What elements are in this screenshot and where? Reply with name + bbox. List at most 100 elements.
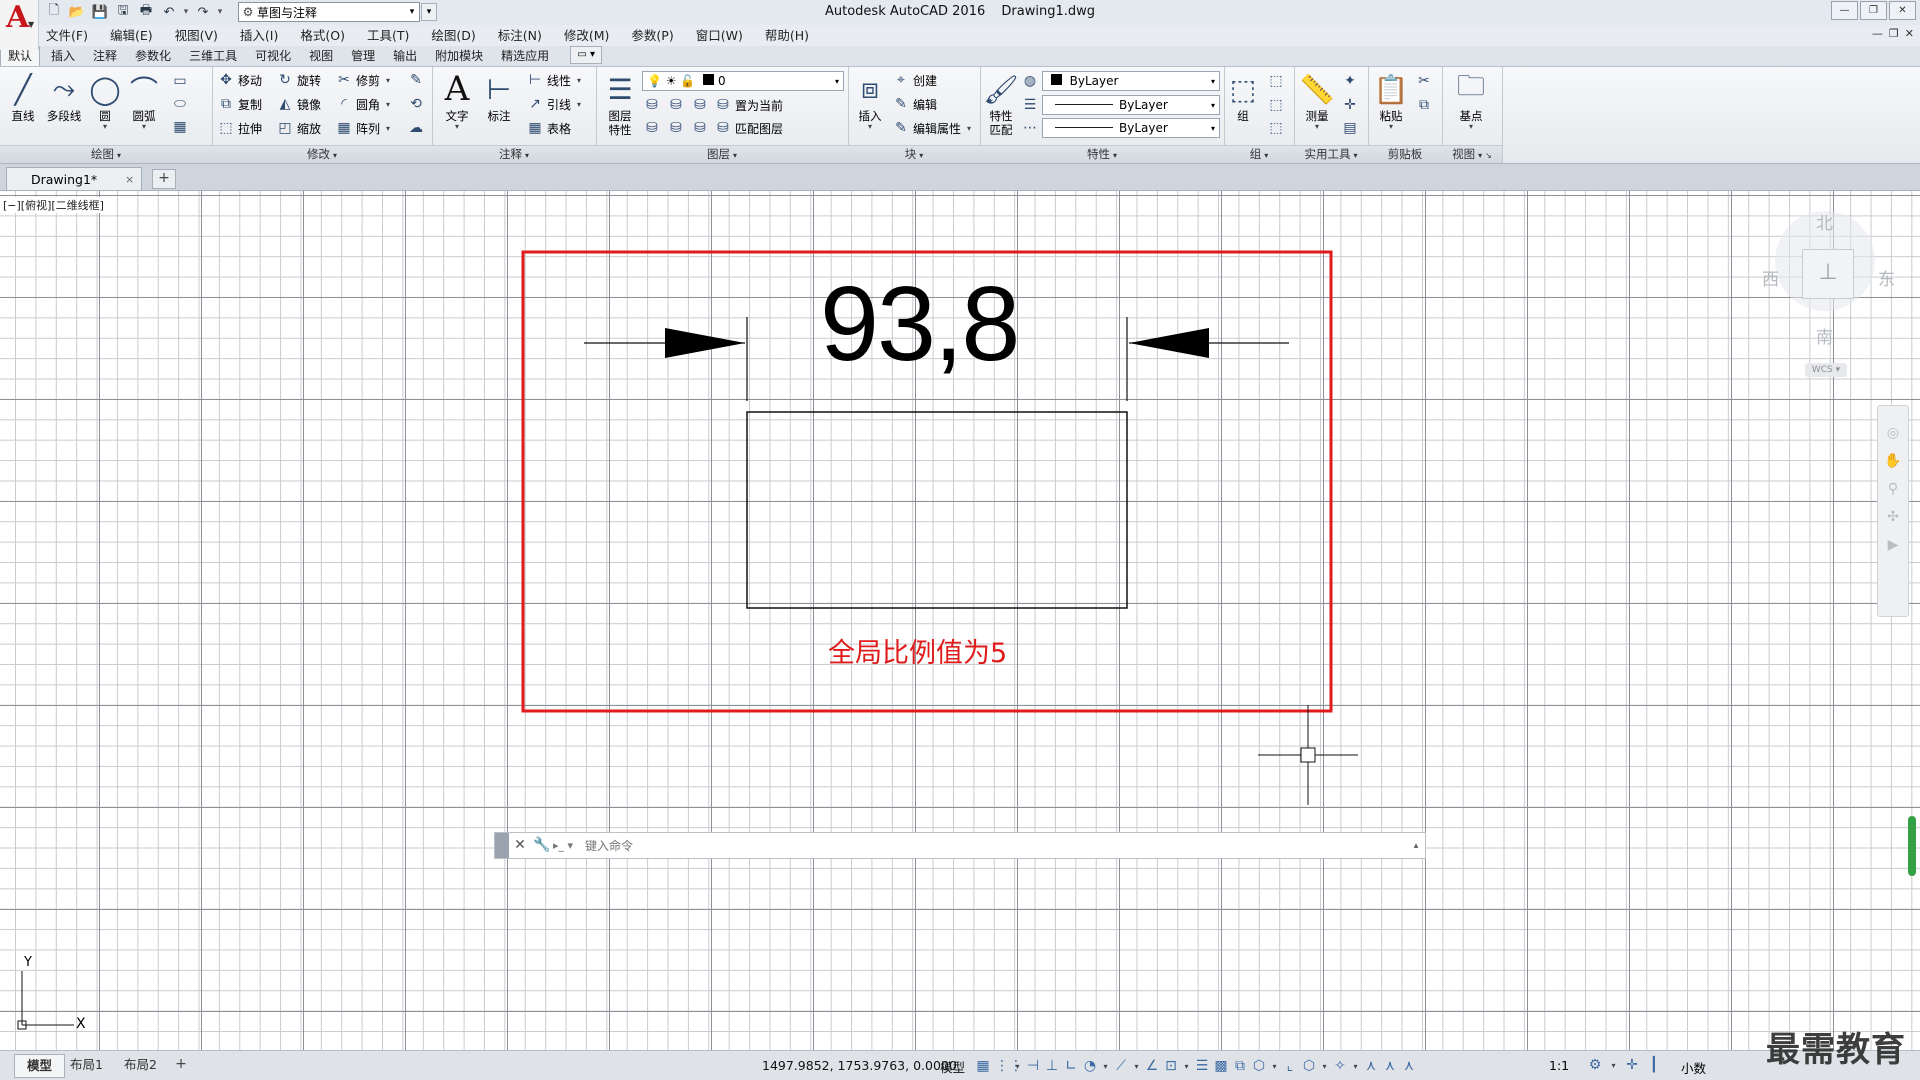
chevron-down-icon[interactable]: ▾ [1102,1062,1109,1071]
leader-button[interactable]: ↗ 引线 ▾ [526,94,581,114]
group-select-icon[interactable]: ⬚ [1266,118,1286,138]
panel-modify-title[interactable]: 修改 ▾ [212,145,432,163]
mirror-button[interactable]: ◭ 镜像 [276,94,321,114]
lineweight-select[interactable]: ByLayer ▾ [1042,95,1220,115]
command-input[interactable] [583,837,1407,854]
coordinate-readout[interactable]: 1497.9852, 1753.9763, 0.0000 [762,1058,957,1073]
panel-properties-title[interactable]: 特性 ▾ [980,145,1224,163]
drawing-canvas[interactable]: [−][俯视][二维线框] 93,8 全局比例值为5 北 南 东 西 ⊥ WCS… [0,191,1920,1050]
close-button[interactable]: ✕ [1889,1,1916,20]
match-properties-button[interactable]: 🖌 特性 匹配 [983,69,1019,145]
add-layout-button[interactable]: + [172,1055,190,1073]
3d-osnap-icon[interactable]: ⬡ [1252,1058,1266,1074]
menu-insert[interactable]: 插入(I) [232,25,286,46]
doc-tab-drawing1[interactable]: Drawing1* × [6,167,142,190]
panel-layers-title[interactable]: 图层 ▾ [596,145,848,163]
scale-button[interactable]: ◰ 缩放 [276,118,321,138]
arc-button[interactable]: ⌒ 圆弧 ▾ [125,69,163,145]
panel-groups-title[interactable]: 组 ▾ [1224,145,1294,163]
text-button[interactable]: A 文字 ▾ [438,69,476,145]
orbit-icon[interactable]: ✣ [1882,506,1904,528]
explode-icon[interactable]: ☁ [406,118,426,138]
copy-button[interactable]: ⧉ 复制 [217,94,262,114]
tab-insert[interactable]: 插入 [44,47,82,66]
object-snap-icon[interactable]: ⊡ [1164,1058,1178,1074]
layer-unisolate-icon[interactable]: ⛁ [642,118,662,138]
command-prompt-icon[interactable]: ▸_ ▾ [553,839,583,852]
insert-block-button[interactable]: ⧈ 插入 ▾ [850,69,890,145]
move-button[interactable]: ✥ 移动 [217,70,262,90]
compass-south[interactable]: 南 [1816,323,1833,348]
new-tab-button[interactable]: + [152,169,176,189]
menu-view[interactable]: 视图(V) [167,25,226,46]
table-button[interactable]: ▦ 表格 [526,118,571,138]
tab-manage[interactable]: 管理 [344,47,382,66]
chevron-down-icon[interactable]: ▾ [1014,1062,1021,1071]
chevron-down-icon[interactable]: ▾ [1610,1061,1617,1070]
annotation-scale-icon[interactable]: ⋏ [1402,1058,1416,1074]
stretch-button[interactable]: ⬚ 拉伸 [217,118,262,138]
layer-thaw-icon[interactable]: ⛁ [690,118,710,138]
ortho-icon[interactable]: ∟ [1064,1058,1078,1074]
application-menu-button[interactable]: A ▼ [0,0,39,50]
compass-east[interactable]: 东 [1878,265,1895,290]
chevron-down-icon[interactable]: ▾ [1183,1062,1190,1071]
wcs-menu[interactable]: WCS ▾ [1805,363,1847,377]
trim-button[interactable]: ✂ 修剪 ▾ [335,70,390,90]
color-select[interactable]: ByLayer ▾ [1042,71,1220,91]
annotation-scale-select[interactable]: 1:1 [1549,1058,1569,1073]
rectangle-icon[interactable]: ▭ [170,71,190,91]
linetype-select[interactable]: ByLayer ▾ [1042,118,1220,138]
menu-edit[interactable]: 编辑(E) [102,25,161,46]
isometric-icon[interactable]: ⟋ [1114,1058,1128,1074]
workspace-switch-icon[interactable]: ⚙ [1588,1057,1602,1073]
menu-window[interactable]: 窗口(W) [688,25,751,46]
point-icon[interactable]: ✛ [1340,95,1360,115]
cut-icon[interactable]: ✂ [1414,71,1434,91]
tab-addins[interactable]: 附加模块 [428,47,490,66]
selection-filter-icon[interactable]: ⬡ [1302,1058,1316,1074]
restore-button[interactable]: ❐ [1860,1,1887,20]
erase-icon[interactable]: ✎ [406,70,426,90]
layout-tab-layout1[interactable]: 布局1 [58,1054,115,1076]
tab-view[interactable]: 视图 [302,47,340,66]
measure-button[interactable]: 📏 测量 ▾ [1298,69,1336,145]
tab-3d-tools[interactable]: 三维工具 [182,47,244,66]
ellipse-icon[interactable]: ⬭ [170,94,190,114]
group-edit-icon[interactable]: ⬚ [1266,95,1286,115]
menu-parametric[interactable]: 参数(P) [623,25,681,46]
paste-button[interactable]: 📋 粘贴 ▾ [1372,69,1410,145]
auto-scale-icon[interactable]: ⋏ [1383,1058,1397,1074]
match-layer-button[interactable]: ⛁ 匹配图层 [714,118,783,138]
selection-cycling-icon[interactable]: ⧉ [1233,1058,1247,1074]
panel-annotation-title[interactable]: 注释 ▾ [432,145,596,163]
units-select[interactable]: 小数 [1681,1058,1706,1077]
menu-modify[interactable]: 修改(M) [556,25,618,46]
zoom-icon[interactable]: ⚲ [1882,478,1904,500]
doc-minimize-button[interactable]: — [1872,27,1883,40]
array-button[interactable]: ▦ 阵列 ▾ [335,118,390,138]
menu-tools[interactable]: 工具(T) [359,25,417,46]
rectangle-object[interactable] [746,411,1128,609]
group-button[interactable]: ⬚ 组 [1226,69,1260,145]
menu-format[interactable]: 格式(O) [292,25,353,46]
compass-north[interactable]: 北 [1816,209,1833,234]
snap-icon[interactable]: ⋮⋮ [995,1058,1023,1074]
lineweight-toggle-icon[interactable]: ☰ [1195,1058,1209,1074]
panel-view-title[interactable]: 视图 ▾ ↘ [1442,145,1502,163]
annotation-visibility-icon[interactable]: ⋏ [1364,1058,1378,1074]
layer-select[interactable]: 💡 ☀ 🔓 0 ▾ [642,71,844,91]
viewcube[interactable]: 北 南 东 西 ⊥ WCS ▾ [1750,191,1910,381]
doc-restore-button[interactable]: ❐ [1889,27,1899,40]
menu-file[interactable]: 文件(F) [38,25,96,46]
quick-select-icon[interactable]: ✦ [1340,71,1360,91]
chevron-up-icon[interactable]: ▴ [1407,841,1425,851]
chevron-down-icon[interactable]: ▾ [1352,1062,1359,1071]
tab-visualize[interactable]: 可视化 [248,47,298,66]
chevron-down-icon[interactable]: ▾ [1133,1062,1140,1071]
layer-off-icon[interactable]: ⛁ [642,95,662,115]
make-current-button[interactable]: ⛁ 置为当前 [714,95,783,115]
polyline-button[interactable]: ⤳ 多段线 [42,69,86,145]
create-block-button[interactable]: ⌖ 创建 [892,70,937,90]
chevron-down-icon[interactable]: ▾ [1321,1062,1328,1071]
